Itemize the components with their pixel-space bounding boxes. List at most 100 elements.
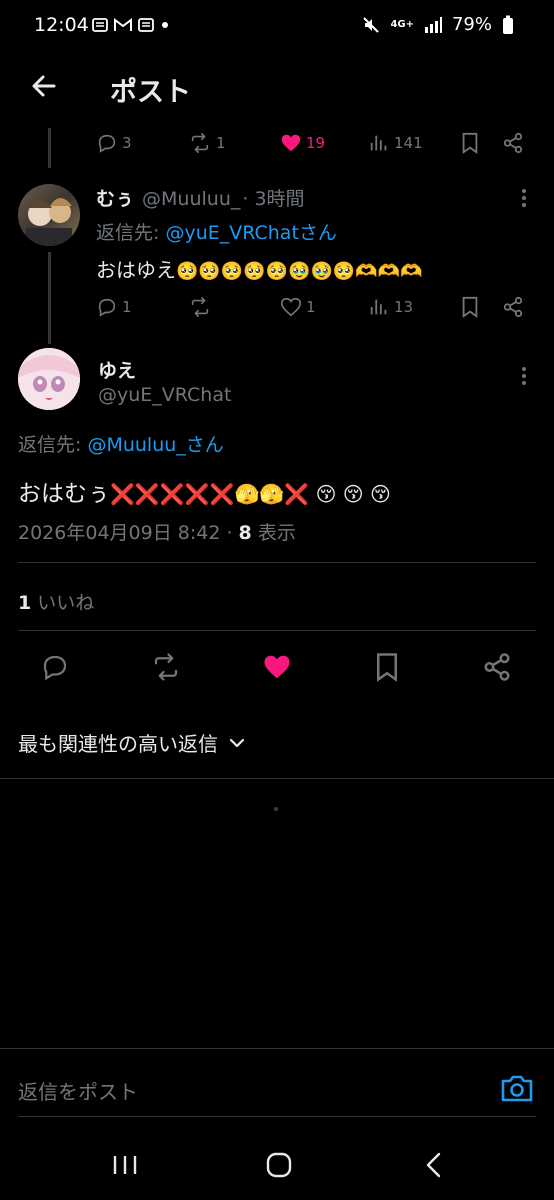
battery-icon bbox=[503, 15, 513, 34]
heart-filled-icon bbox=[264, 655, 290, 679]
like-count-2: 1 bbox=[306, 298, 316, 316]
reply-to-line: 返信先: @yuE_VRChatさん bbox=[96, 218, 337, 245]
bookmark-icon bbox=[462, 296, 478, 318]
reply-count: 3 bbox=[122, 134, 132, 152]
repost-button[interactable]: 1 bbox=[188, 132, 226, 154]
battery-percent: 79% bbox=[451, 14, 492, 35]
repost-count: 1 bbox=[216, 134, 226, 152]
back-button[interactable] bbox=[24, 66, 64, 106]
chevron-left-icon bbox=[426, 1152, 441, 1178]
heart-filled-icon bbox=[281, 134, 301, 152]
repost-icon bbox=[191, 297, 209, 317]
news-icon-2 bbox=[138, 18, 154, 32]
views-button-2[interactable]: 13 bbox=[368, 296, 413, 318]
reply-author-row: むぅ @Muuluu_ · 3時間 bbox=[96, 184, 305, 211]
reply-to-link[interactable]: @yuE_VRChatさん bbox=[165, 222, 336, 244]
share-button-2[interactable] bbox=[502, 296, 524, 318]
camera-icon bbox=[501, 1075, 533, 1102]
like-count: 19 bbox=[306, 134, 326, 152]
recents-icon bbox=[113, 1156, 137, 1174]
main-reply-to-link[interactable]: @Muuluu_さん bbox=[87, 434, 223, 456]
bookmark-button[interactable] bbox=[460, 132, 480, 154]
reply-icon bbox=[98, 134, 116, 153]
analytics-icon bbox=[370, 299, 387, 315]
mute-icon bbox=[363, 16, 380, 33]
main-bookmark-button[interactable] bbox=[374, 652, 400, 682]
divider bbox=[18, 1116, 536, 1117]
news-icon bbox=[92, 18, 108, 32]
more-vertical-icon bbox=[522, 367, 526, 385]
views-button[interactable]: 141 bbox=[368, 132, 423, 154]
reply-button[interactable]: 3 bbox=[96, 132, 132, 154]
more-options-button[interactable] bbox=[514, 186, 534, 210]
gmail-icon bbox=[114, 18, 132, 31]
share-icon bbox=[484, 653, 510, 681]
camera-button[interactable] bbox=[500, 1072, 534, 1104]
meta-dot: · bbox=[220, 522, 239, 544]
notification-icons bbox=[92, 17, 170, 33]
bookmark-icon bbox=[462, 132, 478, 154]
main-more-options-button[interactable] bbox=[514, 364, 534, 388]
main-tweet-text: おはむぅ❌❌❌❌❌🫣🫣❌ 😚 😚 😚 bbox=[18, 474, 391, 508]
status-right: 4G+ 79% bbox=[362, 14, 514, 35]
divider bbox=[18, 630, 536, 631]
system-nav-bar bbox=[0, 1130, 554, 1200]
post-time: · 3時間 bbox=[242, 188, 305, 210]
reply-text: おはゆえ🥺🥺🥺🥺🥺🥹🥹🥺🫶🫶🫶 bbox=[96, 254, 423, 283]
share-button[interactable] bbox=[502, 132, 524, 154]
status-time: 12:04 bbox=[34, 14, 89, 36]
main-reply-to-prefix: 返信先: bbox=[18, 434, 88, 456]
repost-icon bbox=[154, 653, 178, 681]
divider bbox=[0, 1048, 554, 1049]
home-button[interactable] bbox=[266, 1152, 292, 1178]
reply-to-prefix: 返信先: bbox=[96, 222, 166, 244]
analytics-icon bbox=[370, 135, 387, 151]
thread-line-top bbox=[48, 128, 51, 168]
avatar-yue[interactable] bbox=[18, 348, 80, 410]
main-reply-to-line: 返信先: @Muuluu_さん bbox=[18, 430, 224, 457]
sort-label: 最も関連性の高い返信 bbox=[18, 732, 218, 756]
bookmark-icon bbox=[377, 653, 397, 682]
likes-count-main: 1 bbox=[18, 592, 32, 614]
recents-button[interactable] bbox=[112, 1154, 138, 1176]
more-notifications-dot-icon bbox=[162, 22, 168, 28]
system-back-button[interactable] bbox=[424, 1152, 444, 1178]
reply-count-2: 1 bbox=[122, 298, 132, 316]
views-label: 表示 bbox=[251, 522, 296, 544]
views-count-main: 8 bbox=[238, 522, 252, 544]
thread-line-bottom bbox=[48, 252, 51, 344]
loading-indicator bbox=[274, 807, 278, 811]
author-name[interactable]: むぅ bbox=[96, 184, 134, 211]
reply-button-2[interactable]: 1 bbox=[96, 296, 132, 318]
reply-input[interactable]: 返信をポスト bbox=[18, 1076, 138, 1105]
author-handle[interactable]: @Muuluu_ bbox=[142, 188, 240, 210]
likes-label: いいね bbox=[31, 592, 95, 614]
avatar-muuluu[interactable] bbox=[18, 184, 80, 246]
divider bbox=[18, 562, 536, 563]
repost-button-2[interactable] bbox=[188, 296, 216, 318]
likes-summary[interactable]: 1 いいね bbox=[18, 588, 94, 615]
main-like-button[interactable] bbox=[262, 652, 292, 682]
main-text-body: おはむぅ bbox=[18, 481, 110, 507]
main-share-button[interactable] bbox=[482, 652, 512, 682]
bookmark-button-2[interactable] bbox=[460, 296, 480, 318]
arrow-left-icon bbox=[32, 75, 56, 97]
chevron-down-icon bbox=[229, 738, 245, 747]
reply-icon bbox=[98, 298, 116, 317]
share-icon bbox=[503, 132, 523, 154]
main-repost-button[interactable] bbox=[150, 652, 182, 682]
signal-icon bbox=[424, 16, 442, 33]
main-author-name[interactable]: ゆえ bbox=[98, 356, 136, 383]
like-button-2[interactable]: 1 bbox=[280, 296, 316, 318]
repost-icon bbox=[191, 133, 209, 153]
main-emoji: ❌❌❌❌❌🫣🫣❌ 😚 😚 😚 bbox=[110, 482, 391, 506]
main-author-handle[interactable]: @yuE_VRChat bbox=[98, 384, 231, 406]
reply-emoji: 🥺🥺🥺🥺🥺🥹🥹🥺🫶🫶🫶 bbox=[176, 261, 423, 282]
sort-dropdown[interactable]: 最も関連性の高い返信 bbox=[18, 728, 246, 757]
main-reply-button[interactable] bbox=[40, 652, 70, 682]
like-button[interactable]: 19 bbox=[280, 132, 325, 154]
heart-outline-icon bbox=[281, 297, 301, 317]
more-vertical-icon bbox=[522, 189, 526, 207]
views-count: 141 bbox=[394, 134, 423, 152]
reply-icon bbox=[43, 655, 67, 681]
